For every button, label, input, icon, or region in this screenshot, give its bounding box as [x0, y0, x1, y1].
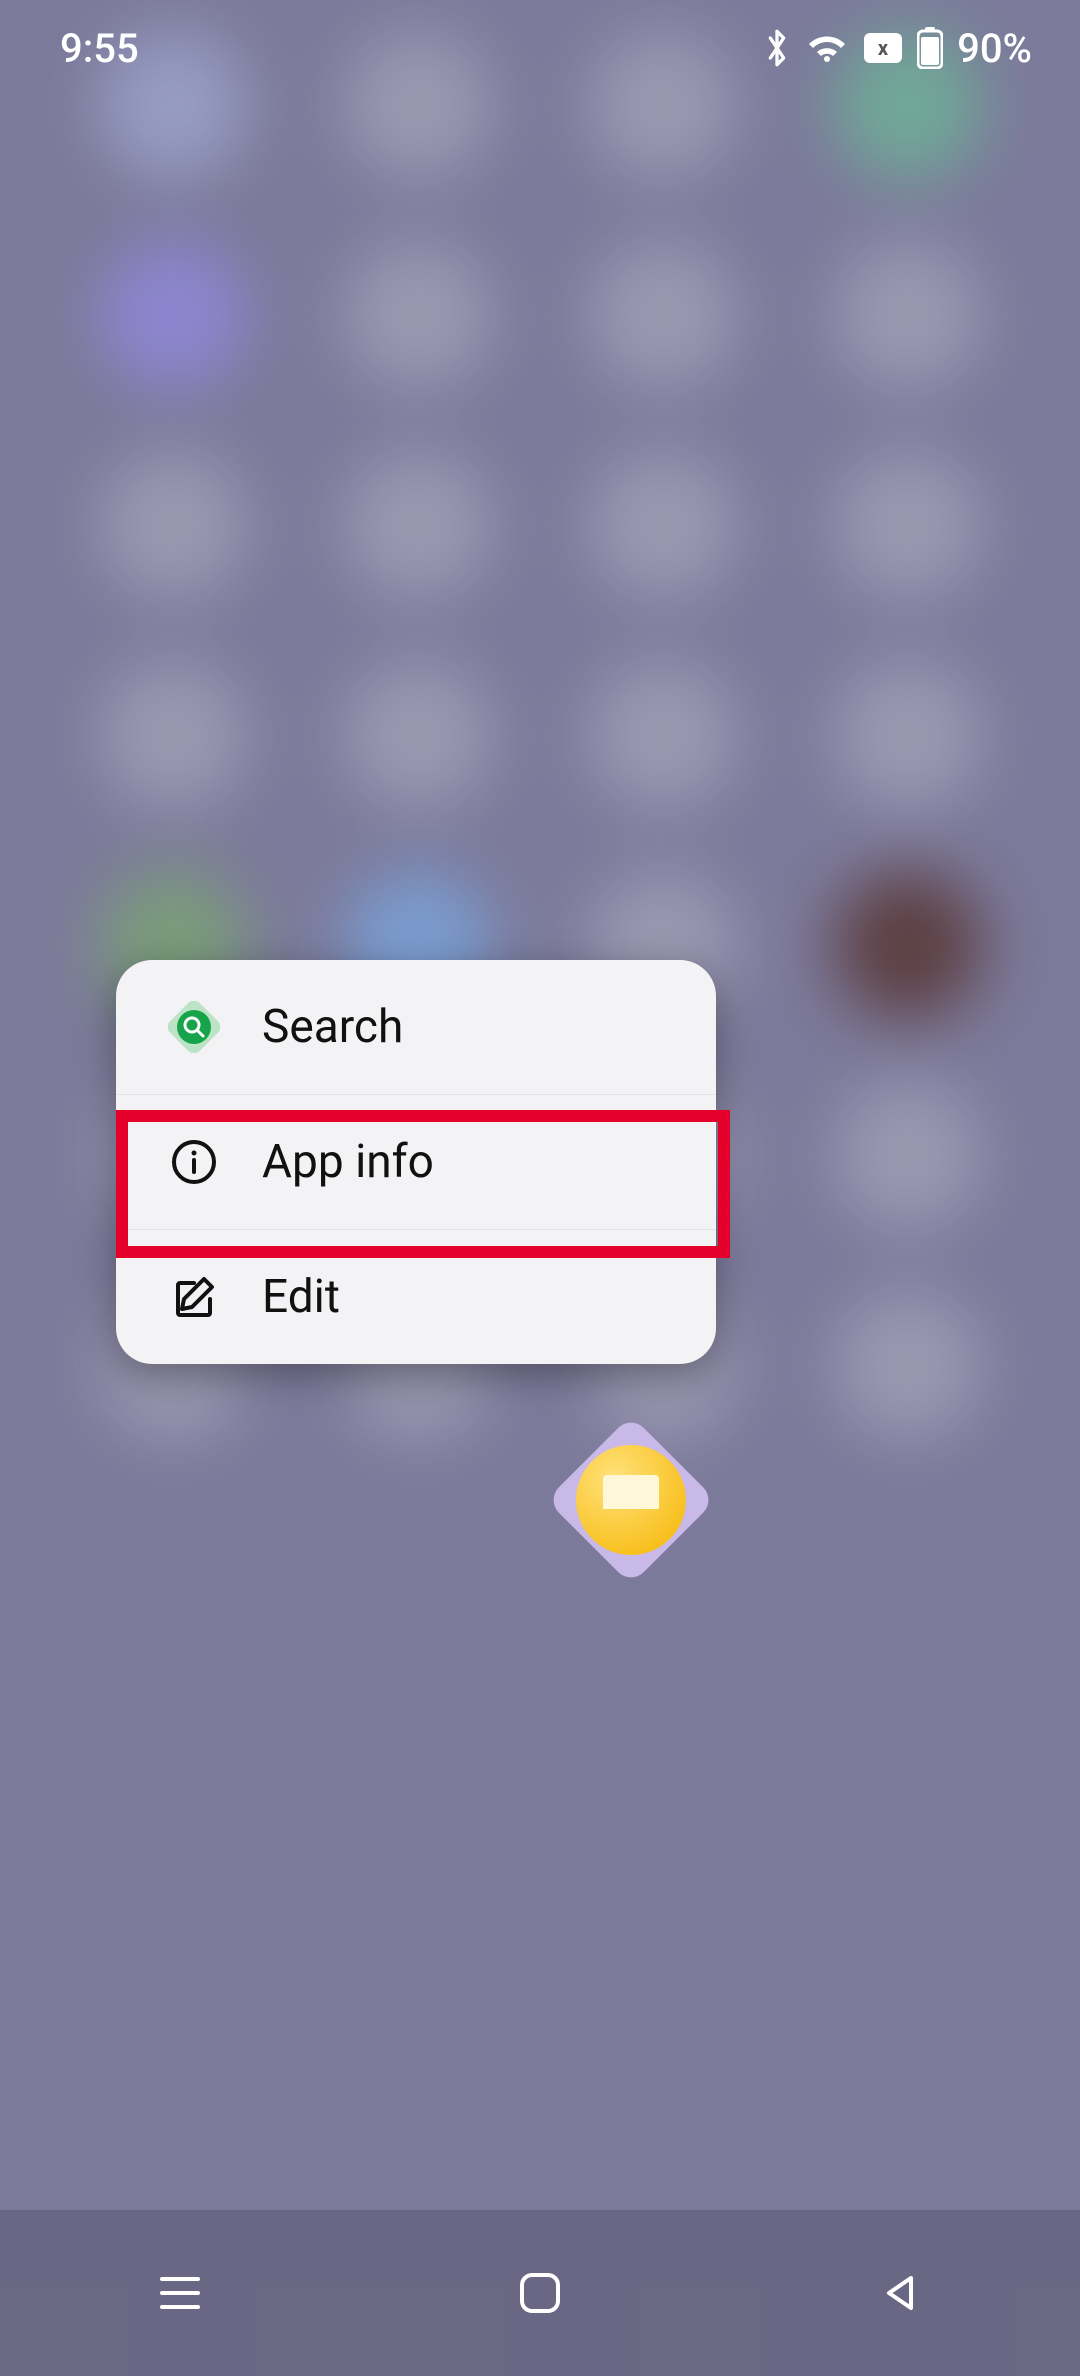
wifi-icon	[805, 30, 849, 66]
menu-item-search[interactable]: Search	[116, 960, 716, 1095]
app-context-menu: Search App info Edit	[116, 960, 716, 1364]
menu-item-edit[interactable]: Edit	[116, 1230, 716, 1364]
battery-percent: 90%	[957, 25, 1032, 72]
status-right: x 90%	[763, 25, 1032, 72]
bluetooth-icon	[763, 28, 791, 68]
menu-item-label: Search	[262, 1000, 403, 1054]
home-button[interactable]	[512, 2265, 568, 2321]
folder-icon	[576, 1445, 686, 1555]
menu-item-app-info[interactable]: App info	[116, 1095, 716, 1230]
selected-app-files[interactable]	[561, 1430, 701, 1570]
info-icon	[168, 1136, 220, 1188]
no-sim-icon: x	[863, 32, 903, 64]
back-button[interactable]	[872, 2265, 928, 2321]
edit-icon	[168, 1271, 220, 1323]
status-bar: 9:55 x 90%	[0, 0, 1080, 96]
svg-text:x: x	[878, 36, 889, 60]
status-time: 9:55	[60, 25, 139, 72]
battery-icon	[917, 27, 943, 69]
menu-item-label: App info	[262, 1135, 434, 1189]
navigation-bar	[0, 2210, 1080, 2376]
search-icon	[168, 1001, 220, 1053]
recent-apps-button[interactable]	[152, 2265, 208, 2321]
menu-item-label: Edit	[262, 1270, 340, 1324]
